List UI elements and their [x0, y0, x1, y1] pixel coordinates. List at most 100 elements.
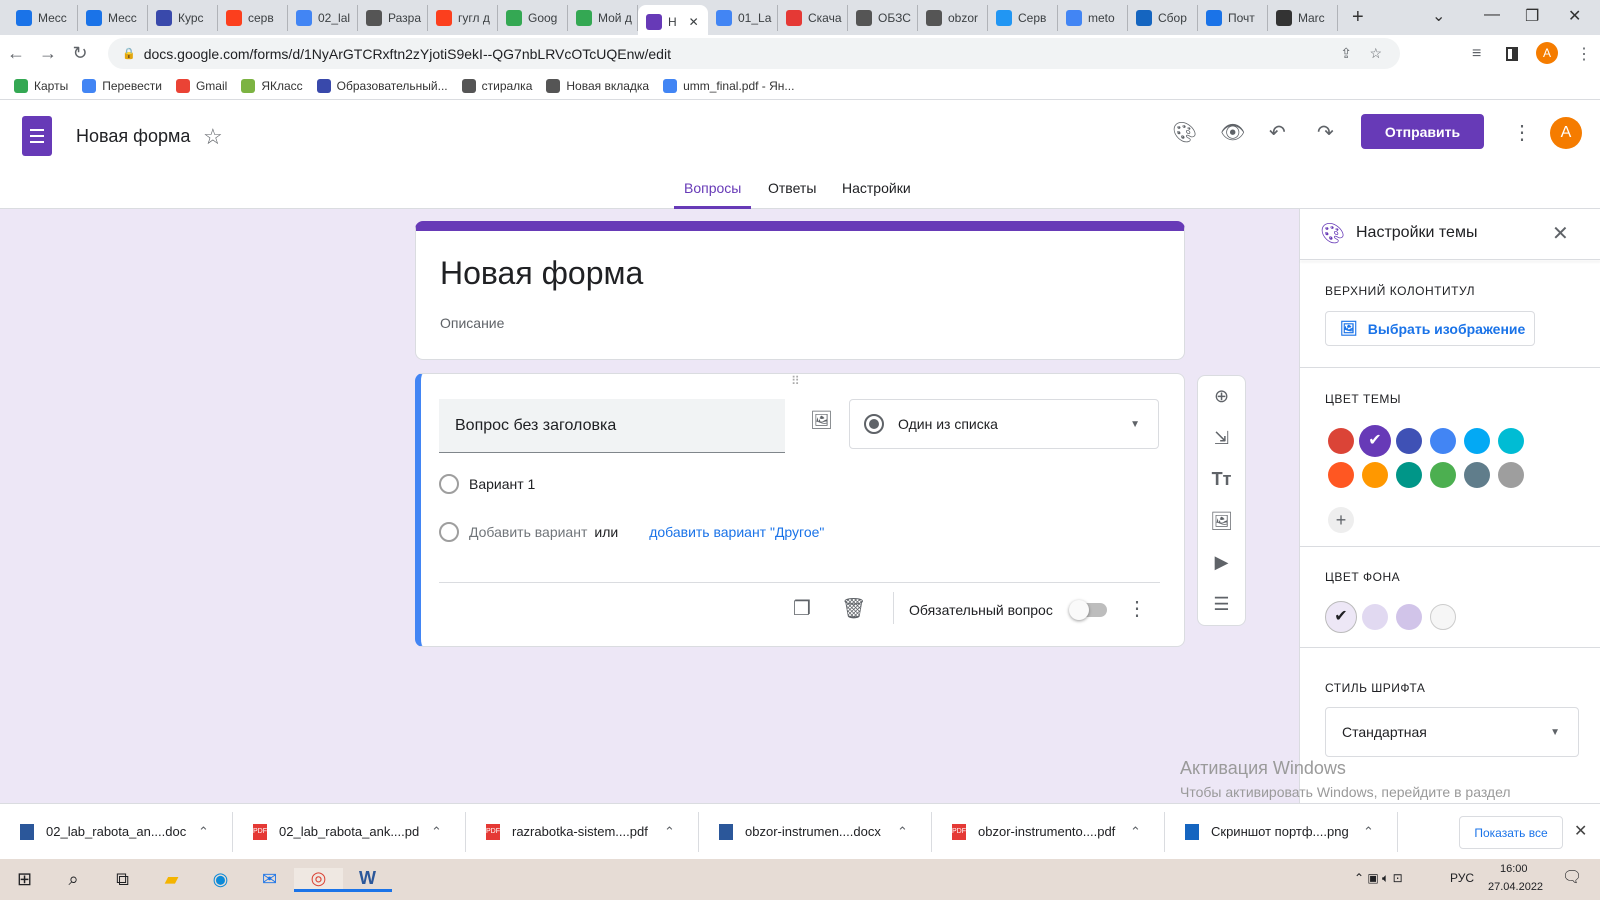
chrome-icon[interactable]: ◎: [294, 867, 343, 892]
bg-color-swatch[interactable]: ✔: [1325, 601, 1357, 633]
sidepanel-icon[interactable]: [1506, 46, 1518, 61]
windows-start-icon[interactable]: ⊞: [0, 869, 49, 890]
choose-image-button[interactable]: 🖼︎ Выбрать изображение: [1325, 311, 1535, 346]
browser-tab[interactable]: obzor: [918, 4, 988, 31]
notifications-icon[interactable]: 🗨︎: [1562, 867, 1582, 887]
share-icon[interactable]: ⇪: [1340, 45, 1352, 62]
theme-color-swatch[interactable]: [1498, 462, 1524, 488]
bookmark-item[interactable]: umm_final.pdf - Ян...: [663, 78, 794, 93]
theme-color-swatch[interactable]: [1464, 462, 1490, 488]
preview-eye-icon[interactable]: 👁︎: [1220, 120, 1245, 145]
bg-color-swatch[interactable]: [1430, 604, 1456, 630]
add-image-icon[interactable]: 🖼︎: [810, 410, 833, 431]
minimize-icon[interactable]: —: [1484, 6, 1500, 24]
bookmark-item[interactable]: Новая вкладка: [546, 78, 649, 93]
browser-tab[interactable]: ОБЗС: [848, 4, 918, 31]
download-item[interactable]: PDF obzor-instrumento....pdf ⌃: [932, 811, 1165, 852]
theme-color-swatch[interactable]: [1396, 428, 1422, 454]
tab-responses[interactable]: Ответы: [758, 180, 826, 209]
show-all-button[interactable]: Показать все: [1459, 816, 1563, 849]
url-input[interactable]: 🔒 docs.google.com/forms/d/1NyArGTCRxftn2z…: [108, 38, 1400, 69]
browser-tab[interactable]: meto: [1058, 4, 1128, 31]
font-style-select[interactable]: Стандартная ▼: [1325, 707, 1579, 757]
chevron-up-icon[interactable]: ⌃: [664, 824, 675, 840]
avatar[interactable]: A: [1550, 117, 1582, 149]
theme-color-swatch[interactable]: ✔: [1359, 425, 1391, 457]
drag-handle-icon[interactable]: ⠿: [791, 374, 801, 388]
bookmark-item[interactable]: Gmail: [175, 78, 227, 93]
bookmark-item[interactable]: ЯКласс: [241, 78, 303, 93]
bg-color-swatch[interactable]: [1396, 604, 1422, 630]
download-item[interactable]: PDF 02_lab_rabota_ank....pdf ⌃: [233, 811, 466, 852]
browser-tab[interactable]: Месс: [78, 4, 148, 31]
browser-tab[interactable]: серв: [218, 4, 288, 31]
more-icon[interactable]: ⋮: [1512, 120, 1532, 145]
language-indicator[interactable]: РУС: [1450, 871, 1474, 885]
chevron-up-icon[interactable]: ⌃: [897, 824, 908, 840]
browser-tab[interactable]: Goog: [498, 4, 568, 31]
mail-icon[interactable]: ✉: [245, 869, 294, 890]
bookmark-item[interactable]: Образовательный...: [316, 78, 448, 93]
browser-tab[interactable]: Почт: [1198, 4, 1268, 31]
theme-color-swatch[interactable]: [1362, 462, 1388, 488]
bookmark-item[interactable]: Карты: [14, 78, 68, 93]
download-item[interactable]: 02_lab_rabota_an....docx ⌃: [0, 811, 233, 852]
chevron-up-icon[interactable]: ⌃: [1363, 824, 1374, 840]
theme-color-swatch[interactable]: [1430, 462, 1456, 488]
back-icon[interactable]: ←: [0, 43, 32, 64]
add-section-icon[interactable]: ☰: [1213, 594, 1229, 615]
bookmark-star-icon[interactable]: ☆: [1369, 45, 1382, 62]
option-1-input[interactable]: Вариант 1: [469, 476, 535, 492]
tab-settings[interactable]: Настройки: [832, 180, 921, 209]
document-title[interactable]: Новая форма: [76, 126, 190, 147]
form-description[interactable]: Описание: [440, 315, 504, 331]
file-explorer-icon[interactable]: ▰: [147, 869, 196, 890]
custom-color-add-icon[interactable]: +: [1328, 507, 1354, 533]
theme-color-swatch[interactable]: [1396, 462, 1422, 488]
maximize-icon[interactable]: ❐: [1525, 6, 1539, 26]
browser-tab[interactable]: 02_lal: [288, 4, 358, 31]
forms-logo-icon[interactable]: [22, 116, 52, 156]
close-panel-icon[interactable]: ✕: [1552, 221, 1569, 246]
browser-tab[interactable]: Скача: [778, 4, 848, 31]
required-toggle[interactable]: [1069, 600, 1107, 620]
search-icon[interactable]: ⌕: [49, 869, 98, 890]
add-option-link[interactable]: Добавить вариант: [469, 524, 587, 540]
browser-tab[interactable]: Курс: [148, 4, 218, 31]
duplicate-icon[interactable]: ❐: [793, 596, 811, 621]
media-icon[interactable]: ≡: [1472, 45, 1481, 63]
add-question-icon[interactable]: ⊕: [1214, 386, 1229, 407]
question-more-icon[interactable]: ⋮: [1127, 596, 1147, 621]
close-tab-icon[interactable]: ✕: [689, 15, 699, 29]
clock-date[interactable]: 27.04.2022: [1488, 881, 1543, 893]
add-other-link[interactable]: добавить вариант "Другое": [649, 524, 824, 540]
edge-icon[interactable]: ◉: [196, 869, 245, 890]
download-item[interactable]: PDF razrabotka-sistem....pdf ⌃: [466, 811, 699, 852]
browser-tab[interactable]: Разра: [358, 4, 428, 31]
browser-tab[interactable]: Мой д: [568, 4, 638, 31]
redo-icon[interactable]: ↷: [1317, 120, 1334, 145]
chevron-up-icon[interactable]: ⌃: [1130, 824, 1141, 840]
theme-color-swatch[interactable]: [1464, 428, 1490, 454]
reload-icon[interactable]: ↻: [64, 43, 96, 64]
browser-tab[interactable]: Marc: [1268, 4, 1338, 31]
add-title-icon[interactable]: Tт: [1212, 469, 1232, 490]
download-item[interactable]: obzor-instrumen....docx ⌃: [699, 811, 932, 852]
tab-questions[interactable]: Вопросы: [674, 180, 752, 209]
task-view-icon[interactable]: ⧉: [98, 869, 147, 890]
download-item[interactable]: Скриншот портф....png ⌃: [1165, 811, 1398, 852]
send-button[interactable]: Отправить: [1361, 114, 1484, 149]
forward-icon[interactable]: →: [32, 43, 64, 64]
theme-color-swatch[interactable]: [1328, 428, 1354, 454]
add-video-icon[interactable]: ▶: [1215, 552, 1229, 573]
chevron-up-icon[interactable]: ⌃: [198, 824, 209, 840]
undo-icon[interactable]: ↶: [1269, 120, 1286, 145]
profile-avatar[interactable]: A: [1536, 42, 1558, 64]
browser-tab[interactable]: 01_La: [708, 4, 778, 31]
browser-tab[interactable]: гугл д: [428, 4, 498, 31]
close-window-icon[interactable]: ✕: [1568, 6, 1581, 26]
tab-search-icon[interactable]: ⌄: [1432, 6, 1445, 26]
theme-color-swatch[interactable]: [1328, 462, 1354, 488]
bookmark-item[interactable]: стиралка: [461, 78, 532, 93]
star-icon[interactable]: ☆: [203, 124, 223, 150]
